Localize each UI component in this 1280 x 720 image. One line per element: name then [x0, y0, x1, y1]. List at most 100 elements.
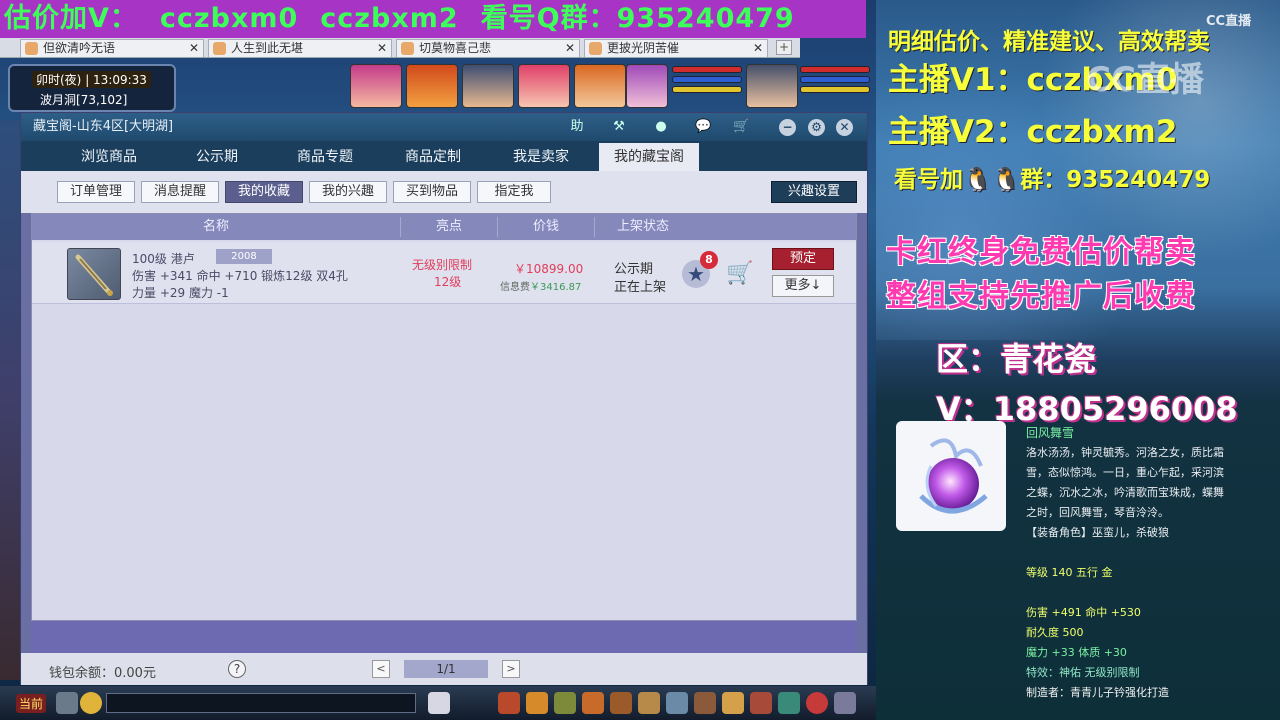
highlight-tag: 无级别限制 [412, 258, 473, 272]
tab-messages[interactable]: 消息提醒 [141, 181, 219, 203]
minimize-button[interactable]: − [779, 119, 796, 136]
pet-icon[interactable] [428, 692, 450, 714]
item-icon[interactable] [638, 692, 660, 714]
main-tabs: 浏览商品 公示期 商品专题 商品定制 我是卖家 我的藏宝阁 🔍 [21, 141, 867, 197]
emoji-icon[interactable] [80, 692, 102, 714]
window-title-bar[interactable]: 藏宝阁-山东4区[大明湖] 助 ⚒ ● 💬 🛒 − ⚙ ✕ [21, 113, 867, 141]
item-icon[interactable] [554, 692, 576, 714]
client-tab-4[interactable]: 更披光阴苦催 ✕ [584, 39, 768, 57]
hammer-icon[interactable]: ⚒ [611, 119, 627, 135]
item-description-line: 【装备角色】巫蛮儿，杀破狼 [1026, 526, 1169, 539]
column-highlight[interactable]: 亮点 [401, 214, 497, 240]
new-tab-button[interactable]: + [776, 40, 792, 55]
tab-topics[interactable]: 商品专题 [275, 143, 375, 171]
question-icon[interactable]: ? [228, 660, 246, 678]
item-icon[interactable] [526, 692, 548, 714]
mp-bar [672, 76, 742, 83]
item-stats-2: 力量 +29 魔力 -1 [132, 286, 229, 300]
fee-label: 信息费 [500, 282, 530, 293]
game-scenery [0, 120, 20, 680]
interest-settings-button[interactable]: 兴趣设置 [771, 181, 857, 203]
weapon-thumbnail[interactable] [67, 248, 121, 300]
item-icon[interactable] [834, 692, 856, 714]
cart-icon[interactable]: 🛒 [733, 119, 749, 135]
fee-amount: ￥3416.87 [530, 282, 582, 293]
group-number: 935240479 [616, 3, 795, 34]
table-header: 名称 亮点 价钱 上架状态 [32, 214, 856, 240]
tab-assigned[interactable]: 指定我 [477, 181, 551, 203]
close-button[interactable]: ✕ [836, 119, 853, 136]
cc-watermark: CC直播 [1086, 60, 1204, 100]
tab-public-period[interactable]: 公示期 [167, 143, 267, 171]
cart-icon[interactable]: 🛒 [726, 260, 754, 288]
tab-browse[interactable]: 浏览商品 [59, 143, 159, 171]
item-icon[interactable] [666, 692, 688, 714]
help-icon[interactable]: 助 [569, 119, 585, 135]
item-name: 回风舞雪 [1026, 426, 1075, 440]
clock: 13:09:33 [93, 73, 147, 87]
tab-my-treasure[interactable]: 我的藏宝阁 [599, 143, 699, 171]
column-price[interactable]: 价钱 [498, 214, 594, 240]
game-bottom-bar: 当前 [0, 686, 876, 720]
client-tab-1[interactable]: 但欲清吟无语 ✕ [20, 39, 204, 57]
column-name[interactable]: 名称 [32, 214, 400, 240]
highlight-tag: 12级 [434, 275, 462, 289]
column-status[interactable]: 上架状态 [595, 214, 691, 240]
team-portrait[interactable] [746, 64, 798, 108]
promo-line-1: 明细估价、精准建议、高效帮卖 [888, 29, 1210, 55]
item-icon[interactable] [722, 692, 744, 714]
item-icon[interactable] [806, 692, 828, 714]
tab-orders[interactable]: 订单管理 [57, 181, 135, 203]
close-icon[interactable]: ✕ [377, 40, 387, 57]
item-icon[interactable] [610, 692, 632, 714]
item-icon[interactable] [694, 692, 716, 714]
channel-label[interactable]: 当前 [16, 694, 47, 713]
tab-interests[interactable]: 我的兴趣 [309, 181, 387, 203]
server-line: 区：青花瓷 [936, 340, 1097, 378]
tab-custom[interactable]: 商品定制 [383, 143, 483, 171]
status-bars [800, 66, 870, 106]
prev-page-button[interactable]: < [372, 660, 390, 678]
client-tab-title: 人生到此无堪 [231, 41, 304, 55]
team-portrait[interactable] [462, 64, 514, 108]
record-icon[interactable]: ● [653, 119, 669, 135]
item-icon[interactable] [778, 692, 800, 714]
item-description-line: 之时，回风舞雪，琴音泠泠。 [1026, 506, 1169, 519]
item-icon[interactable] [750, 692, 772, 714]
item-icon[interactable] [582, 692, 604, 714]
client-tab-2[interactable]: 人生到此无堪 ✕ [208, 39, 392, 57]
tab-seller[interactable]: 我是卖家 [491, 143, 591, 171]
client-tab-3[interactable]: 切莫物喜己悲 ✕ [396, 39, 580, 57]
team-portrait[interactable] [350, 64, 402, 108]
client-tab-bar: 但欲清吟无语 ✕ 人生到此无堪 ✕ 切莫物喜己悲 ✕ 更披光阴苦催 ✕ + [0, 38, 800, 58]
reserve-button[interactable]: 预定 [772, 248, 834, 270]
close-icon[interactable]: ✕ [189, 40, 199, 57]
character-icon [589, 42, 602, 55]
sp-bar [800, 86, 870, 93]
mp-bar [800, 76, 870, 83]
chat-input[interactable] [106, 693, 416, 713]
more-button[interactable]: 更多↓ [772, 275, 834, 297]
contact-id-1: cczbxm0 [159, 3, 299, 34]
game-time: 卯时(夜) | 13:09:33 [32, 71, 151, 88]
microphone-icon[interactable] [56, 692, 78, 714]
next-page-button[interactable]: > [502, 660, 520, 678]
tab-purchased[interactable]: 买到物品 [393, 181, 471, 203]
client-tab-title: 但欲清吟无语 [43, 41, 116, 55]
team-portrait[interactable] [518, 64, 570, 108]
tab-favorites[interactable]: 我的收藏 [225, 181, 303, 203]
team-portrait[interactable] [574, 64, 626, 108]
team-portrait[interactable] [626, 64, 668, 108]
table-row[interactable]: 100级 港卢 2008 伤害 +341 命中 +710 锻炼12级 双4孔 力… [32, 242, 856, 304]
close-icon[interactable]: ✕ [565, 40, 575, 57]
location-label: 波月洞[73,102] [40, 93, 128, 107]
qq-group-line: 看号加🐧🐧群：935240479 [894, 167, 1211, 193]
item-icon[interactable] [498, 692, 520, 714]
team-portrait[interactable] [406, 64, 458, 108]
close-icon[interactable]: ✕ [753, 40, 763, 57]
chat-icon[interactable]: 💬 [695, 119, 711, 135]
contact-banner: 估价加V： cczbxm0 cczbxm2 看号Q群：935240479 [0, 0, 866, 38]
character-icon [25, 42, 38, 55]
settings-button[interactable]: ⚙ [808, 119, 825, 136]
item-description-line: 雪，态似惊鸿。一日，重心乍起，采河滨 [1026, 466, 1224, 479]
